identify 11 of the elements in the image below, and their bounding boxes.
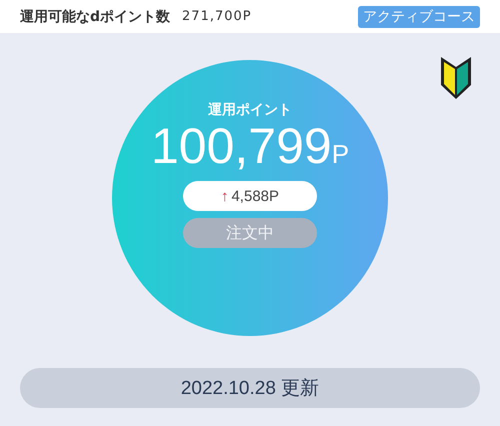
points-value: 271,700P	[182, 9, 252, 24]
change-value: 4,588P	[231, 188, 280, 204]
points-unit: P	[332, 141, 350, 167]
beginner-mark-icon	[439, 55, 473, 101]
course-badge: アクティブコース	[358, 6, 480, 28]
points-label: 運用ポイント	[208, 101, 292, 119]
arrow-icon: ↑	[220, 188, 228, 204]
header-label: 運用可能なdポイント数	[20, 8, 170, 26]
status-pill: 注文中	[183, 218, 317, 248]
updated-date: 2022.10.28 更新	[20, 368, 480, 408]
points-amount: 100,799	[150, 121, 332, 171]
